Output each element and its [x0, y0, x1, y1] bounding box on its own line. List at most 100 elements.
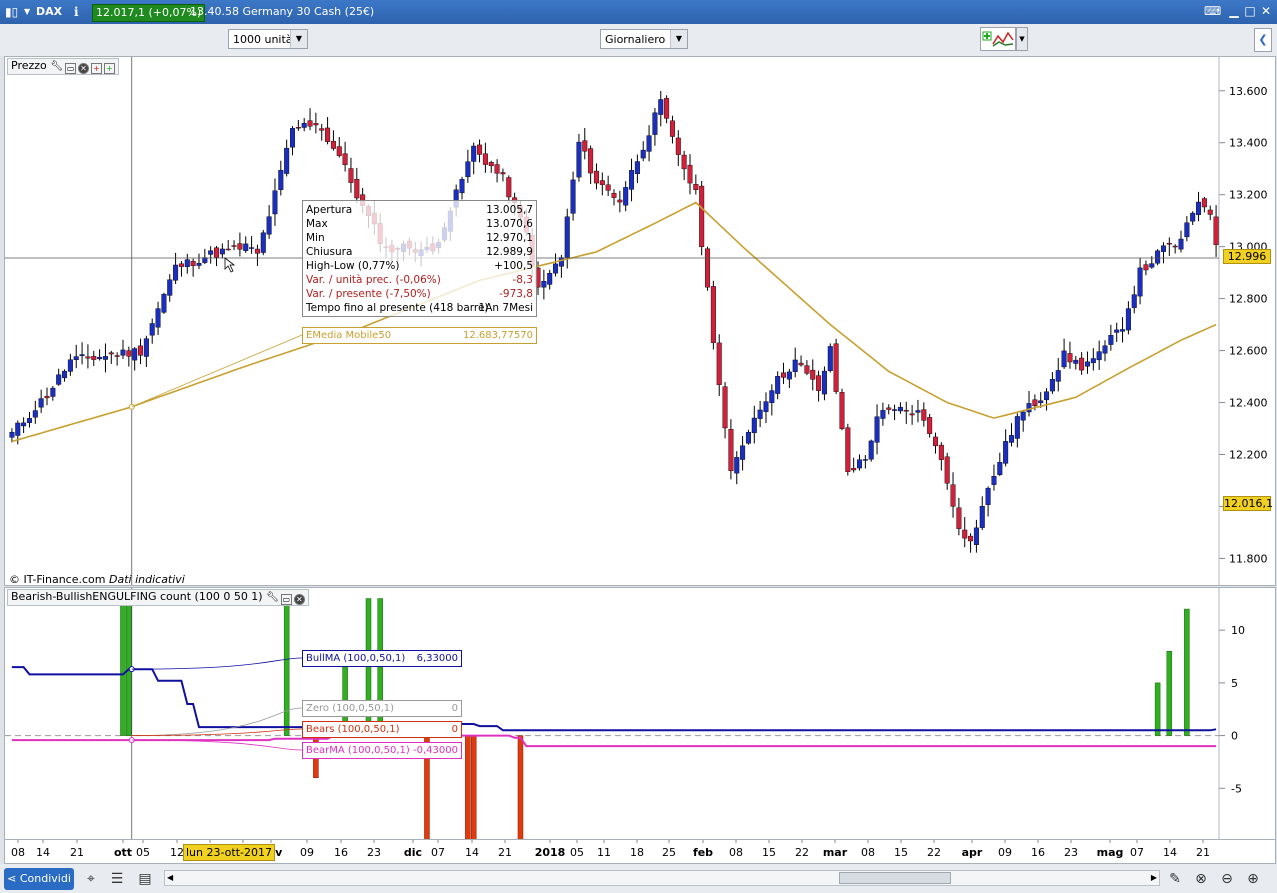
x-axis-tick-label: 21 [498, 846, 512, 859]
x-axis-tick-label: apr [962, 846, 983, 859]
wrench-icon[interactable]: 🔧︎ [266, 592, 279, 603]
candle-body [62, 370, 68, 379]
window-title: 13.40.58 Germany 30 Cash (25€) [190, 5, 375, 18]
scroll-right-icon[interactable]: ▶ [1151, 871, 1157, 885]
candle-body [307, 120, 313, 127]
scrollbar-thumb[interactable] [839, 872, 951, 884]
candle-body [1196, 201, 1202, 215]
tooltip-value: 1An 7Mesi [478, 302, 533, 314]
candle-body [1160, 245, 1166, 252]
candle-body [272, 190, 278, 215]
candle-body [459, 179, 465, 194]
add-red-icon[interactable]: + [90, 63, 102, 74]
indicator-y-tick-label: -5 [1231, 782, 1242, 795]
candle-body [471, 145, 477, 162]
symbol-label[interactable]: DAX [36, 5, 62, 19]
indicator-chart[interactable]: 10 5 0 -5 [5, 588, 1276, 840]
minimize-icon[interactable]: ▁ [1226, 4, 1242, 20]
candle-body [354, 179, 360, 199]
wrench-icon[interactable]: 🔧︎ [50, 61, 63, 72]
candle-body [1184, 222, 1190, 238]
candle-body [839, 392, 845, 429]
candle-body [874, 416, 880, 443]
share-icon: ⋖ [7, 872, 17, 885]
tooltip-row: Var. / presente (-7,50%) -973,8 [306, 287, 533, 301]
current-price-badge: 12.016,1 [1223, 496, 1273, 511]
close-icon[interactable]: ✕ [77, 63, 89, 74]
price-chart[interactable]: 11.80012.00012.20012.40012.60012.80013.0… [5, 57, 1276, 586]
chevron-down-icon[interactable]: ▼ [1016, 27, 1028, 51]
candle-body [1102, 345, 1108, 354]
candle-body [681, 154, 687, 170]
price-panel-header: Prezzo 🔧︎ ▭ ✕ + + [7, 58, 119, 75]
x-axis: 081421ott05121926nov091623dic07142120180… [4, 840, 1276, 864]
add-indicator-icon[interactable] [980, 27, 1016, 51]
chevron-down-icon[interactable]: ▼ [24, 5, 30, 19]
indicator-panel-header: Bearish-BullishENGULFING count (100 0 50… [7, 589, 309, 606]
chart-window-icon[interactable]: ▮▯ [5, 5, 18, 19]
scroll-left-icon[interactable]: ◀ [167, 871, 173, 885]
y-axis-tick-label: 12.200 [1229, 449, 1268, 462]
zoom-reset-icon[interactable]: ⊗ [1192, 870, 1210, 888]
candle-body [114, 355, 120, 357]
candle-body [1190, 212, 1196, 222]
units-select[interactable]: 1000 unità ▼ [228, 29, 308, 49]
maximize-icon[interactable]: □ [1242, 4, 1258, 20]
candle-body [178, 263, 184, 267]
candle-body [564, 216, 570, 258]
crosshair-tool-icon[interactable]: ⌖ [82, 870, 100, 888]
collapse-panel-icon[interactable]: ❮ [1254, 28, 1272, 52]
candle-body [120, 349, 126, 356]
window-icon[interactable]: ▭ [64, 63, 76, 74]
candle-body [623, 187, 629, 206]
x-axis-tick-label: 08 [861, 846, 875, 859]
candle-body [1166, 242, 1172, 245]
candle-body [705, 248, 711, 288]
indicator-panel[interactable]: 10 5 0 -5 Bearish-BullishENGULFING count (1… [4, 587, 1276, 840]
indicator-panel-label: Bearish-BullishENGULFING count (100 0 50… [11, 590, 263, 603]
candle-body [664, 98, 670, 119]
close-icon[interactable]: ✕ [293, 594, 305, 605]
list-icon[interactable]: ☰ [108, 870, 126, 888]
candle-body [79, 354, 85, 356]
candle-body [138, 345, 144, 356]
edit-chart-icon[interactable]: ✎ [1166, 870, 1184, 888]
candle-body [769, 390, 775, 403]
ema-legend-name: EMedia Mobile50 [306, 330, 392, 341]
indicator-y-tick-label: 0 [1231, 730, 1238, 743]
horizontal-scrollbar[interactable]: ◀ ▶ [164, 870, 1160, 886]
candle-body [243, 243, 249, 251]
zoom-out-icon[interactable]: ⊖ [1218, 870, 1236, 888]
info-icon[interactable]: i [74, 5, 79, 19]
candle-body [617, 199, 623, 203]
candle-body [938, 444, 944, 460]
add-green-icon[interactable]: + [103, 63, 115, 74]
close-icon[interactable]: ✕ [1258, 4, 1274, 20]
window-icon[interactable]: ▭ [280, 594, 292, 605]
x-axis-tick-label: 05 [570, 846, 584, 859]
indicator-legend-name: BullMA (100,0,50,1) [306, 653, 406, 664]
candle-body [652, 112, 658, 135]
x-axis-tick-label: 11 [597, 846, 611, 859]
disclaimer: Dati indicativi [109, 573, 185, 586]
candle-body [897, 406, 903, 412]
candle-body [1096, 351, 1102, 361]
candle-body [868, 440, 874, 460]
zoom-in-icon[interactable]: ⊕ [1244, 870, 1262, 888]
candle-body [32, 410, 38, 418]
price-change-badge: 12.017,1 (+0,07%) [92, 4, 206, 22]
chart-list-icon[interactable]: ▤ [136, 870, 154, 888]
candle-body [155, 308, 161, 328]
keyboard-icon[interactable]: ⌨ [1204, 4, 1221, 20]
candle-body [1003, 441, 1009, 464]
x-axis-tick-label: 07 [431, 846, 445, 859]
price-panel[interactable]: 11.80012.00012.20012.40012.60012.80013.0… [4, 56, 1276, 586]
candle-body [634, 161, 640, 175]
share-button[interactable]: ⋖ Condividi [4, 868, 74, 890]
candle-body [892, 409, 898, 411]
candle-body [997, 462, 1003, 475]
period-select[interactable]: Giornaliero ▼ [600, 29, 688, 49]
candle-body [833, 343, 839, 392]
candle-body [599, 180, 605, 185]
title-bar: ▮▯ ▼ DAX i 12.017,1 (+0,07%) 13.40.58 Ge… [0, 0, 1277, 24]
